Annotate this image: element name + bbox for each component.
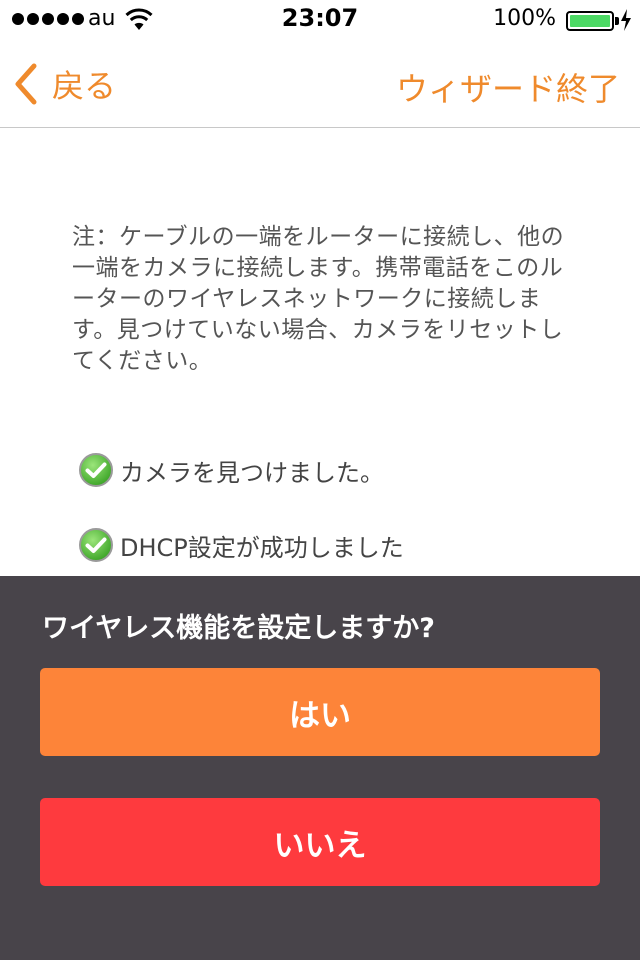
- status-item-dhcp-success: DHCP設定が成功しました: [78, 527, 404, 563]
- check-circle-icon: [79, 528, 113, 562]
- finish-wizard-button[interactable]: ウィザード終了: [396, 64, 620, 110]
- check-circle-icon: [79, 453, 113, 487]
- status-item-label: カメラを見つけました。: [120, 458, 384, 487]
- action-sheet: ワイヤレス機能を設定しますか? はい いいえ: [0, 576, 640, 960]
- battery-percentage: 100%: [493, 6, 556, 31]
- chevron-left-icon: [15, 63, 37, 105]
- status-bar: au 23:07 100%: [0, 0, 640, 40]
- navigation-bar: 戻る ウィザード終了: [0, 40, 640, 128]
- no-button[interactable]: いいえ: [40, 798, 600, 886]
- status-item-label: DHCP設定が成功しました: [120, 533, 404, 562]
- yes-button[interactable]: はい: [40, 668, 600, 756]
- back-button[interactable]: 戻る: [12, 60, 116, 108]
- battery-tip: [615, 17, 619, 25]
- charging-bolt-icon: [621, 9, 631, 31]
- sheet-title: ワイヤレス機能を設定しますか?: [42, 613, 435, 644]
- back-label: 戻る: [52, 67, 117, 105]
- instruction-note: 注：ケーブルの一端をルーターに接続し、他の一端をカメラに接続します。携帯電話をこ…: [72, 224, 565, 374]
- battery-icon: [566, 11, 614, 31]
- status-item-camera-found: カメラを見つけました。: [78, 452, 384, 488]
